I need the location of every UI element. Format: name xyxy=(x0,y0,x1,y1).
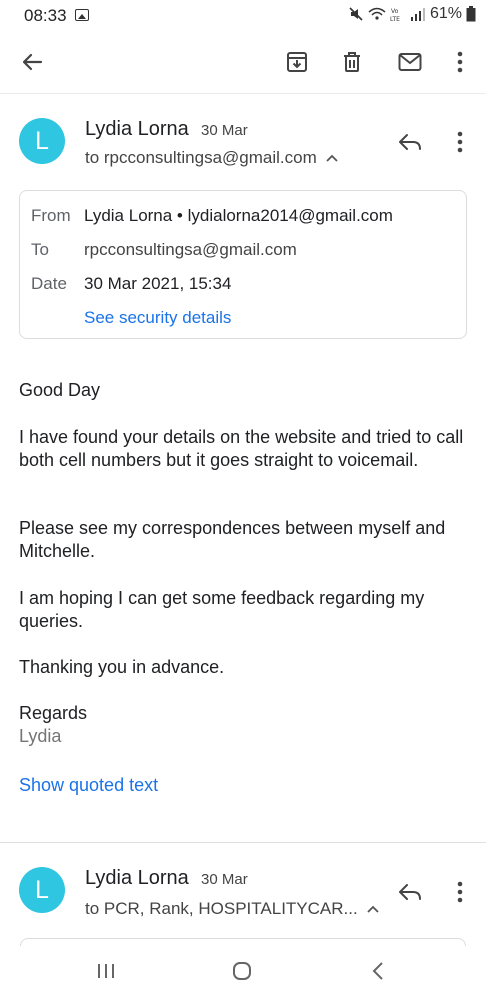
paragraph: Please see my correspondences between my… xyxy=(19,518,446,561)
paragraph: Thanking you in advance. xyxy=(19,657,225,677)
message-divider xyxy=(0,842,486,843)
reply-button[interactable] xyxy=(390,122,430,162)
email-toolbar xyxy=(0,32,486,94)
system-nav-bar xyxy=(0,946,486,1000)
recipients-summary: to rpcconsultingsa@gmail.com xyxy=(85,148,317,167)
chevron-up-icon xyxy=(367,905,379,913)
recipients-summary: to PCR, Rank, HOSPITALITYCAR... xyxy=(85,899,358,918)
more-vert-icon xyxy=(457,51,463,73)
paragraph: I am hoping I can get some feedback rega… xyxy=(19,588,425,631)
sign-off: Regards xyxy=(19,703,88,723)
home-icon xyxy=(233,962,251,980)
security-details-link[interactable]: See security details xyxy=(84,308,231,328)
paragraph: I have found your details on the website… xyxy=(19,427,464,470)
status-icons: Vo LTE 61% xyxy=(348,5,476,23)
archive-button[interactable] xyxy=(277,42,317,82)
back-button[interactable] xyxy=(12,42,52,82)
date-label: Date xyxy=(31,274,67,293)
message-details-box: From Lydia Lorna • lydialorna2014@gmail.… xyxy=(19,190,467,339)
recent-apps-icon xyxy=(98,964,114,978)
sender-avatar[interactable]: L xyxy=(19,118,65,164)
date-value: 30 Mar 2021, 15:34 xyxy=(84,274,232,293)
from-value[interactable]: Lydia Lorna • lydialorna2014@gmail.com xyxy=(84,206,393,226)
to-value[interactable]: rpcconsultingsa@gmail.com xyxy=(84,240,297,260)
status-bar: 08:33 Vo LTE 61% xyxy=(0,0,486,32)
back-nav-button[interactable] xyxy=(358,951,398,991)
delete-icon xyxy=(344,52,360,72)
svg-text:Vo: Vo xyxy=(391,8,399,15)
delete-button[interactable] xyxy=(332,42,372,82)
message-date: 30 Mar xyxy=(201,122,248,139)
message-more-button[interactable] xyxy=(440,122,480,162)
gallery-notification-icon xyxy=(75,9,89,21)
recipients-toggle[interactable]: to rpcconsultingsa@gmail.com xyxy=(85,148,338,168)
sender-name: Lydia Lorna xyxy=(85,118,189,140)
sender-name: Lydia Lorna xyxy=(85,867,189,889)
chevron-left-icon xyxy=(372,962,383,980)
battery-percent: 61% xyxy=(429,5,462,22)
more-vert-icon xyxy=(457,131,463,153)
message-more-button[interactable] xyxy=(440,872,480,912)
signature: Lydia xyxy=(19,726,62,746)
volte-icon: VoLTE xyxy=(390,8,400,22)
reply-icon xyxy=(399,884,421,900)
chevron-up-icon xyxy=(326,154,338,162)
to-label: To xyxy=(31,240,49,259)
more-vert-icon xyxy=(457,881,463,903)
from-label: From xyxy=(31,206,71,225)
wifi-icon xyxy=(368,7,386,20)
archive-icon xyxy=(287,52,307,72)
status-time: 08:33 xyxy=(24,6,67,25)
signal-icon xyxy=(410,8,425,21)
mark-unread-button[interactable] xyxy=(390,42,430,82)
sender-avatar[interactable]: L xyxy=(19,867,65,913)
message-date: 30 Mar xyxy=(201,871,248,888)
greeting: Good Day xyxy=(19,380,101,400)
mute-icon xyxy=(349,7,363,21)
reply-button[interactable] xyxy=(390,872,430,912)
show-quoted-text-link[interactable]: Show quoted text xyxy=(19,775,158,796)
recipients-toggle[interactable]: to PCR, Rank, HOSPITALITYCAR... xyxy=(85,899,379,919)
battery-icon xyxy=(466,6,476,22)
back-arrow-icon xyxy=(22,53,43,71)
mail-icon xyxy=(398,53,422,71)
recent-apps-button[interactable] xyxy=(86,951,126,991)
details-box-edge xyxy=(20,938,466,946)
home-button[interactable] xyxy=(222,951,262,991)
svg-text:LTE: LTE xyxy=(390,16,400,22)
reply-icon xyxy=(399,134,421,150)
more-options-button[interactable] xyxy=(440,42,480,82)
